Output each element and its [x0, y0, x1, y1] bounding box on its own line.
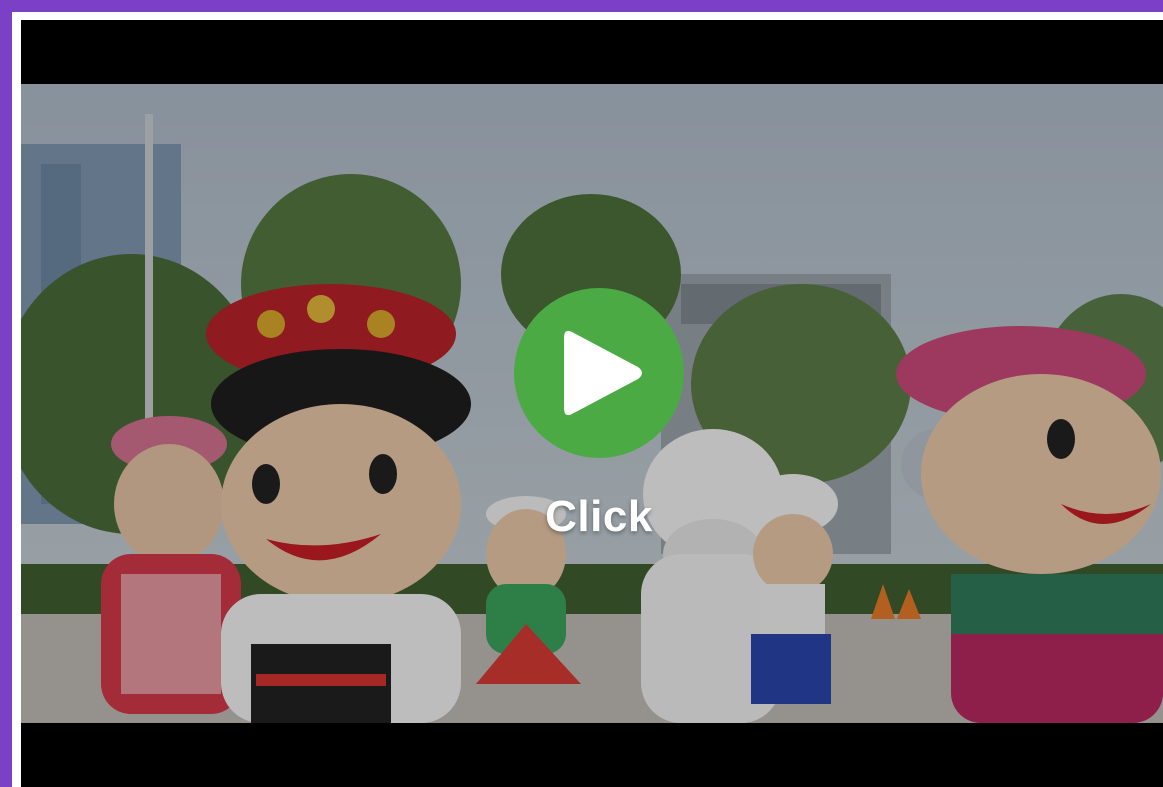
click-label[interactable]: Click [499, 492, 699, 542]
video-embed-frame: Click [0, 0, 1163, 787]
play-icon [564, 330, 642, 416]
play-button[interactable] [514, 288, 684, 458]
video-player[interactable]: Click [21, 20, 1163, 787]
letterbox-bottom [21, 723, 1163, 787]
letterbox-top [21, 20, 1163, 84]
